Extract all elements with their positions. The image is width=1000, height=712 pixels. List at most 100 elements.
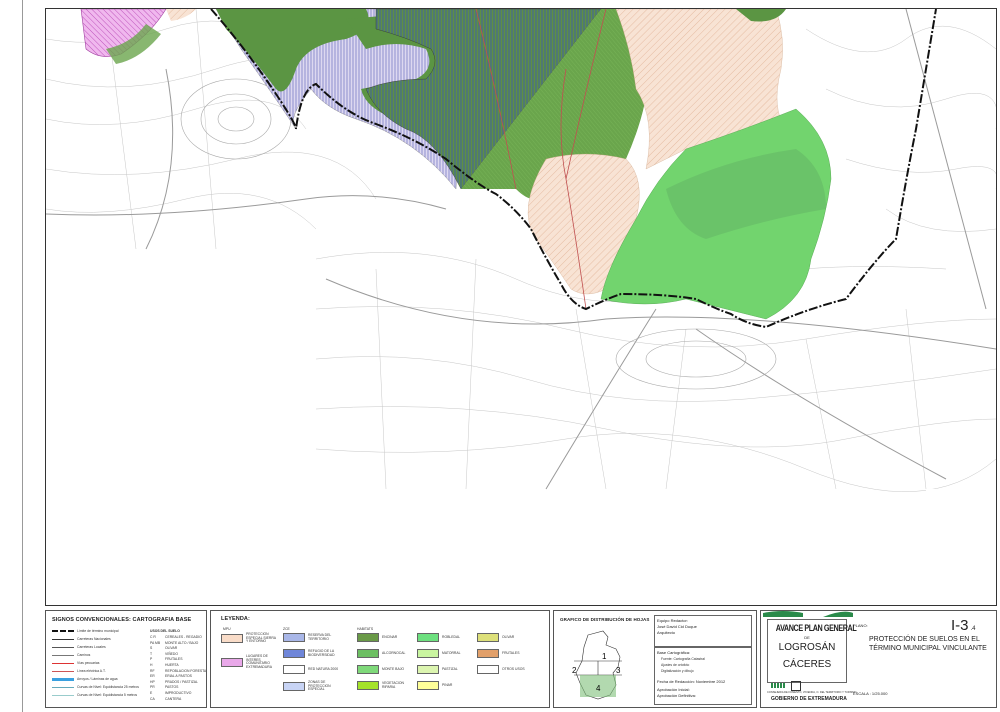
zce-row: RESERVA DEL TERRITORIO [283, 633, 340, 642]
use-code: C R [150, 635, 156, 639]
habitat-label: PINAR [442, 682, 453, 687]
zce-label: RESERVA DEL TERRITORIO [308, 632, 332, 641]
logo-junta [771, 683, 785, 688]
use-code: P [150, 657, 153, 662]
blank-area-right [926, 489, 996, 495]
map-frame [45, 8, 997, 606]
gobierno-label: GOBIERNO DE EXTREMADURA [771, 696, 847, 702]
logo-emblem [791, 681, 801, 691]
plano-sub: .4 [970, 626, 976, 632]
consejeria-label: CONSEJERIA DE FOMENTO, VIVIENDA, O. DEL … [767, 691, 857, 694]
signos-line-label: Límite de término municipal [77, 629, 119, 633]
use-name: FRUTALES [165, 657, 183, 662]
plano-title-2: TÉRMINO MUNICIPAL VINCULANTE [869, 645, 987, 652]
zce-label: RED NATURA 2000 [308, 666, 339, 671]
signos-line-row: Curvas de Nivel: Equidistancia 5 metros [52, 693, 137, 697]
habitat-row: ENCINAR [357, 633, 414, 642]
signos-line-label: Vías pecuarias [77, 661, 100, 665]
signos-line-row: Carreteras Nacionales [52, 637, 111, 641]
habitat-row: FRUTALES [477, 649, 534, 658]
use-row: H HUERTA [150, 663, 179, 667]
habitat-swatch [477, 665, 499, 674]
fecha-redaccion: Fecha de Redacción: Noviembre 2012 [657, 679, 726, 684]
habitat-label: ALCORNOCAL [382, 650, 406, 655]
sheet-label-1: 1 [602, 652, 607, 661]
habitat-row: PINAR [417, 681, 474, 690]
plan-sheet: SIGNOS CONVENCIONALES: CARTOGRAFIA BASE … [0, 0, 1000, 712]
use-code: HP [150, 679, 155, 684]
signos-line-row: Vías pecuarias [52, 661, 99, 665]
use-name: IMPRODUCTIVO [165, 691, 192, 695]
base-item-1: Fuente: Cartografía Catastral [661, 657, 705, 661]
use-row: T VIÑEDO [150, 652, 178, 656]
leyenda-sub-zce: ZCE [283, 627, 290, 631]
mpu-swatch [221, 657, 243, 667]
habitat-swatch [417, 633, 439, 642]
use-row: PR PASTOS [150, 685, 178, 689]
use-name: PRADOS / PASTIZAL [165, 679, 198, 684]
use-row: P FRUTALES [150, 657, 182, 661]
plano-num: I-3 [951, 617, 969, 634]
signos-line-label: Carreteras Nacionales [77, 637, 111, 641]
use-name: HUERTA [165, 663, 179, 667]
use-code: PA MB [150, 640, 161, 645]
habitat-row: ALCORNOCAL [357, 649, 414, 658]
mpu-label: PROTECCION ESPECIAL SIERRA Y ENTORNO [246, 632, 276, 644]
zce-row: RED NATURA 2000 [283, 665, 340, 674]
signos-line-row: Carreteras Locales [52, 645, 106, 649]
habitat-swatch [357, 681, 379, 690]
use-name: CANTERA [165, 696, 182, 701]
use-name: OLIVAR [165, 646, 178, 651]
habitat-label: OTROS USOS [502, 666, 525, 671]
blank-area-left [46, 253, 314, 605]
use-name: CEREALES - REGADIO [165, 635, 202, 639]
aprobacion-inicial: Aprobación Inicial: [657, 687, 690, 692]
signos-line-label: Línea eléctrica A.T. [77, 669, 106, 673]
use-name: ERIAL A PASTOS [165, 674, 192, 679]
use-row: C R CEREALES - REGADIO [150, 635, 202, 639]
leyenda-sub-mpu: MPU [223, 627, 231, 631]
habitat-swatch [357, 649, 379, 658]
base-item-3: Digitalización y dibujo [661, 669, 694, 673]
uses-title: USOS DEL SUELO [150, 629, 180, 633]
habitat-row: OTROS USOS [477, 665, 534, 674]
signos-title: SIGNOS CONVENCIONALES: CARTOGRAFIA BASE [52, 617, 192, 623]
sheet-label-2: 2 [572, 666, 577, 675]
habitat-row: OLIVAR [477, 633, 534, 642]
line-sample [52, 670, 74, 672]
habitat-row: ROBLEDAL [417, 633, 474, 642]
plan-municipio: LOGROSÁN [778, 642, 836, 653]
panel-leyenda: LEYENDA: MPU ZCE HABITATS PROTECCION ESP… [210, 610, 550, 708]
habitat-label: MATORRAL [442, 650, 461, 655]
plan-de: DE [804, 635, 810, 640]
zone-peach-small [166, 9, 196, 21]
line-sample [52, 654, 74, 656]
use-row: ER ERIAL A PASTOS [150, 674, 192, 678]
zce-swatch [283, 665, 305, 674]
plano-title-1: PROTECCIÓN DE SUELOS EN EL [869, 636, 980, 643]
use-row: PA MB MONTE ALTO / BAJO [150, 641, 198, 645]
leyenda-title: LEYENDA: [221, 616, 250, 622]
plano-label: PLANO: [853, 623, 868, 628]
use-code: H [150, 663, 153, 667]
signos-line-label: Curvas de Nivel: Equidistancia 5 metros [77, 693, 138, 697]
equipo-name: José David Cid Duque [657, 624, 697, 629]
use-row: HP PRADOS / PASTIZAL [150, 680, 198, 684]
mpu-row: LUGARES DE INTERES COMUNITARIO EXTREMADU… [221, 654, 278, 669]
panel-title-block: AVANCE PLAN GENERAL DE LOGROSÁN CÁCERES … [760, 610, 997, 708]
zce-swatch [283, 681, 305, 691]
habitat-swatch [417, 681, 439, 690]
habitat-label: VEGETACION RIPARIA [382, 680, 404, 689]
equipo-label: Equipo Redactor: [657, 618, 688, 623]
line-sample [52, 662, 74, 664]
leyenda-sub-habitats: HABITATS [357, 627, 374, 631]
line-sample [52, 686, 74, 688]
use-code: T [150, 651, 153, 656]
plan-title: AVANCE PLAN GENERAL [775, 623, 857, 633]
line-sample [52, 694, 74, 696]
use-code: ER [150, 674, 155, 679]
line-sample [52, 638, 74, 640]
signos-line-row: Línea eléctrica A.T. [52, 669, 106, 673]
zce-swatch [283, 633, 305, 642]
zce-label: ZONAS DE PROTECCION ESPECIAL [308, 680, 331, 692]
